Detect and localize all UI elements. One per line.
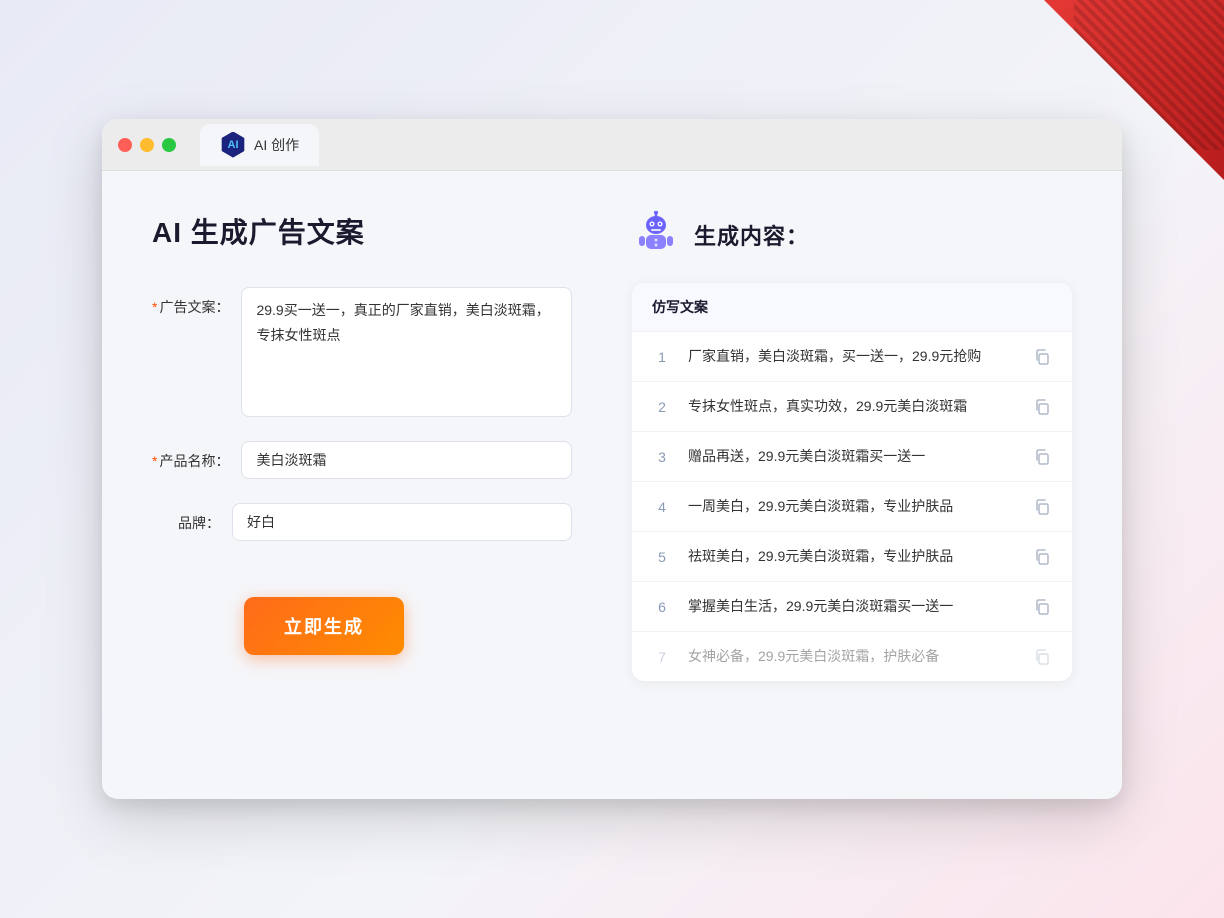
robot-icon	[632, 211, 680, 259]
result-number: 1	[652, 349, 672, 365]
browser-window: AI AI 创作 AI 生成广告文案 *广告文案： *产品名称：	[102, 119, 1122, 799]
result-row: 1 厂家直销，美白淡斑霜，买一送一，29.9元抢购	[632, 332, 1072, 382]
result-number: 7	[652, 649, 672, 665]
result-row: 5 祛斑美白，29.9元美白淡斑霜，专业护肤品	[632, 532, 1072, 582]
ad-copy-label: *广告文案：	[152, 287, 241, 317]
result-text: 专抹女性斑点，真实功效，29.9元美白淡斑霜	[688, 396, 1016, 417]
result-number: 5	[652, 549, 672, 565]
copy-icon[interactable]	[1032, 447, 1052, 467]
result-row: 6 掌握美白生活，29.9元美白淡斑霜买一送一	[632, 582, 1072, 632]
tab-ai-create[interactable]: AI AI 创作	[200, 124, 319, 166]
result-number: 3	[652, 449, 672, 465]
product-name-group: *产品名称：	[152, 441, 572, 479]
result-row: 4 一周美白，29.9元美白淡斑霜，专业护肤品	[632, 482, 1072, 532]
copy-icon[interactable]	[1032, 547, 1052, 567]
result-text: 一周美白，29.9元美白淡斑霜，专业护肤品	[688, 496, 1016, 517]
result-text: 祛斑美白，29.9元美白淡斑霜，专业护肤品	[688, 546, 1016, 567]
maximize-button[interactable]	[162, 138, 176, 152]
results-table: 仿写文案 1 厂家直销，美白淡斑霜，买一送一，29.9元抢购 2 专抹女性斑点，真实…	[632, 283, 1072, 681]
required-star-2: *	[152, 453, 157, 469]
copy-icon[interactable]	[1032, 647, 1052, 667]
tab-label: AI 创作	[254, 135, 299, 155]
brand-group: 品牌：	[152, 503, 572, 541]
brand-input[interactable]	[232, 503, 572, 541]
result-text: 赠品再送，29.9元美白淡斑霜买一送一	[688, 446, 1016, 467]
result-text: 掌握美白生活，29.9元美白淡斑霜买一送一	[688, 596, 1016, 617]
title-bar: AI AI 创作	[102, 119, 1122, 171]
copy-icon[interactable]	[1032, 347, 1052, 367]
results-table-header: 仿写文案	[632, 283, 1072, 332]
copy-icon[interactable]	[1032, 497, 1052, 517]
result-text: 女神必备，29.9元美白淡斑霜，护肤必备	[688, 646, 1016, 667]
right-panel: 生成内容： 仿写文案 1 厂家直销，美白淡斑霜，买一送一，29.9元抢购 2 专抹女…	[632, 211, 1072, 751]
ai-logo-icon: AI	[220, 132, 246, 158]
left-panel: AI 生成广告文案 *广告文案： *产品名称： 品牌： 立	[152, 211, 572, 751]
required-star: *	[152, 299, 157, 315]
page-title: AI 生成广告文案	[152, 211, 572, 251]
product-name-label: *产品名称：	[152, 441, 241, 471]
result-rows: 1 厂家直销，美白淡斑霜，买一送一，29.9元抢购 2 专抹女性斑点，真实功效，29…	[632, 332, 1072, 681]
result-header: 生成内容：	[632, 211, 1072, 259]
result-row: 7 女神必备，29.9元美白淡斑霜，护肤必备	[632, 632, 1072, 681]
result-number: 6	[652, 599, 672, 615]
result-number: 2	[652, 399, 672, 415]
result-number: 4	[652, 499, 672, 515]
copy-icon[interactable]	[1032, 397, 1052, 417]
ad-copy-input[interactable]	[241, 287, 572, 417]
minimize-button[interactable]	[140, 138, 154, 152]
close-button[interactable]	[118, 138, 132, 152]
ad-copy-group: *广告文案：	[152, 287, 572, 417]
result-title: 生成内容：	[694, 219, 809, 251]
result-row: 3 赠品再送，29.9元美白淡斑霜买一送一	[632, 432, 1072, 482]
traffic-lights	[118, 138, 176, 152]
copy-icon[interactable]	[1032, 597, 1052, 617]
generate-button[interactable]: 立即生成	[244, 597, 404, 655]
product-name-input[interactable]	[241, 441, 572, 479]
brand-label: 品牌：	[152, 503, 232, 533]
main-content: AI 生成广告文案 *广告文案： *产品名称： 品牌： 立	[102, 171, 1122, 791]
result-row: 2 专抹女性斑点，真实功效，29.9元美白淡斑霜	[632, 382, 1072, 432]
result-text: 厂家直销，美白淡斑霜，买一送一，29.9元抢购	[688, 346, 1016, 367]
